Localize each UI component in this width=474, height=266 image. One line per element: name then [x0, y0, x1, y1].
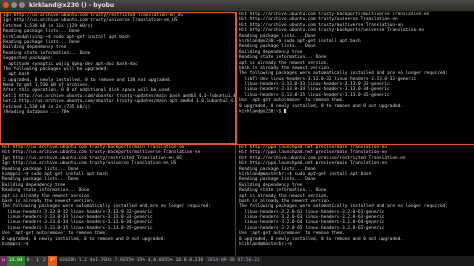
window-title: kirkland@x230 () - byobu: [29, 2, 115, 9]
release-badge: 14.04: [6, 256, 25, 266]
terminal-line: kirkland@x230:~$: [237, 109, 474, 115]
terminal-line: kim@pcs:~$: [2, 242, 29, 248]
terminal-line: The following packages were automaticall…: [239, 204, 448, 210]
byobu-status-bar: u 14.04 0- 1 2 3* 43d20h 1.2 4x1.7GHz 7.6G55% …: [0, 256, 474, 266]
terminal-pane-bottom-right[interactable]: Hit http://ppa.launchpad.net precise/mai…: [237, 145, 474, 255]
terminal-line: The following packages were automaticall…: [2, 204, 211, 210]
terminal-pane-top-right[interactable]: Hit http://archive.ubuntu.com trusty-bac…: [237, 12, 474, 144]
terminal-line: The following packages were automaticall…: [239, 71, 448, 77]
window-tab-1[interactable]: 1: [34, 256, 41, 266]
window-titlebar[interactable]: kirkland@x230 () - byobu: [0, 0, 474, 12]
close-button[interactable]: [3, 2, 9, 8]
cursor: [283, 109, 286, 114]
ubuntu-logo-icon: u: [0, 256, 7, 266]
terminal-pane-top-left[interactable]: Ign http://us.archive.ubuntu.com trusty/…: [0, 12, 236, 144]
window-controls: [3, 2, 25, 8]
window-tab-2[interactable]: 2: [40, 256, 48, 266]
window-tab-3[interactable]: 3*: [47, 256, 58, 266]
terminal-line: (Reading database ... 70%: [3, 110, 70, 116]
window-tab-0[interactable]: 0-: [24, 256, 35, 266]
datetime: 2014-09-30 07:56:21: [205, 256, 262, 266]
terminal-line: Get:2 http://us.archive.ubuntu.com/ubunt…: [3, 99, 236, 105]
terminal-pane-bottom-left[interactable]: Hit http://us.archive.ubuntu.com trusty-…: [0, 145, 236, 255]
maximize-button[interactable]: [19, 2, 25, 8]
system-info: 43d20h 1.2 4x1.7GHz 7.6G55% 35% 4,0.0G55…: [57, 256, 206, 266]
terminal-line: Hit http://us.archive.ubuntu.com trusty-…: [2, 150, 201, 156]
pane-separator-vertical[interactable]: [236, 12, 237, 144]
terminal-line: kirkland@masterbr:~$: [239, 242, 292, 248]
minimize-button[interactable]: [11, 2, 17, 8]
